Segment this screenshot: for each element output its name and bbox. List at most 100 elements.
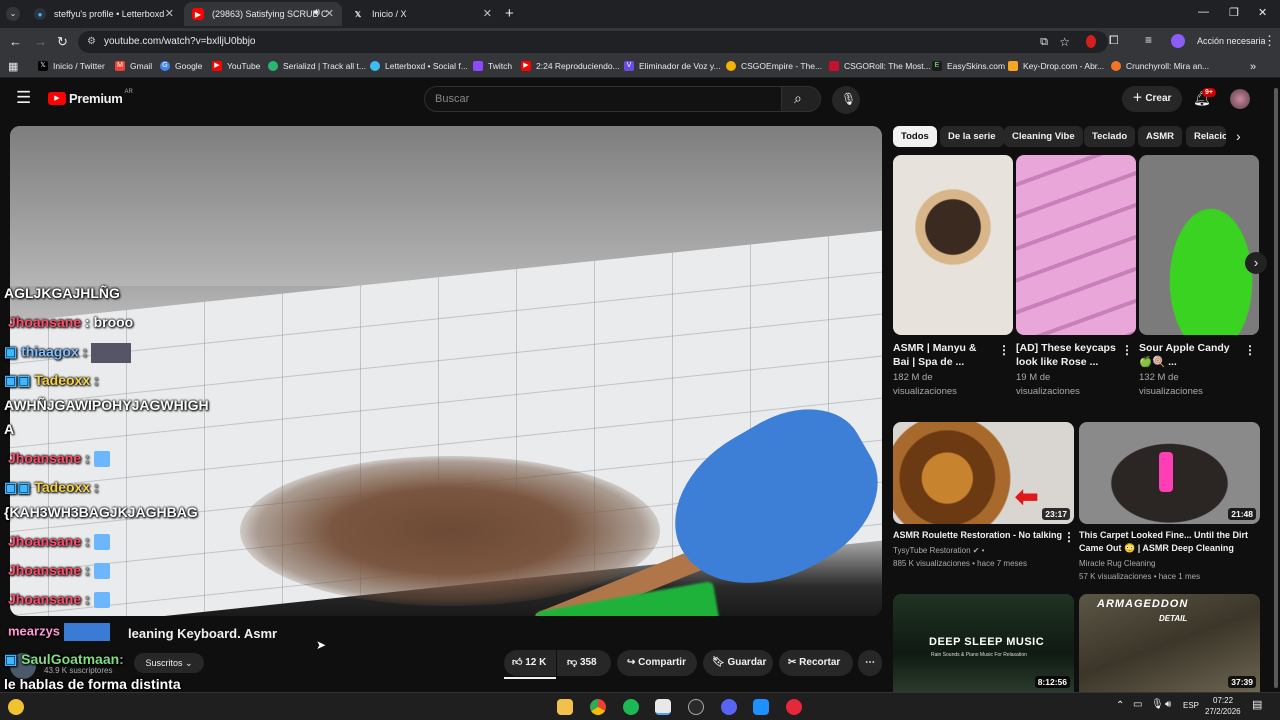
profile-avatar[interactable] xyxy=(1171,34,1185,48)
page-scrollbar[interactable] xyxy=(1272,78,1280,692)
bookmark-serializd[interactable]: Serializd | Track all t... xyxy=(268,61,366,71)
notepad-icon[interactable] xyxy=(655,699,671,715)
short-menu-icon[interactable]: ⋮ xyxy=(1121,343,1133,357)
chip-keyboard[interactable]: Teclado xyxy=(1084,126,1136,147)
short-thumbnail[interactable] xyxy=(1139,155,1259,335)
tray-display-icon[interactable]: ▭ xyxy=(1133,699,1142,710)
weather-widget-icon[interactable] xyxy=(8,699,24,715)
save-button[interactable]: 🔖︎ Guardar xyxy=(703,650,773,676)
bookmark-easyskins[interactable]: E EasySkins.com xyxy=(932,61,1005,71)
video-thumbnail[interactable]: ⬅ 23:17 xyxy=(893,422,1074,524)
media-control-icon[interactable]: ≡ xyxy=(1145,33,1152,47)
subscribe-button[interactable]: Suscritos ⌄ xyxy=(134,653,204,673)
more-actions-button[interactable]: ⋯ xyxy=(858,650,882,676)
video-title[interactable]: This Carpet Looked Fine... Until the Dir… xyxy=(1079,529,1259,555)
video-channel[interactable]: TysyTube Restoration ✔ • xyxy=(893,544,984,557)
account-avatar[interactable] xyxy=(1230,89,1250,109)
short-menu-icon[interactable]: ⋮ xyxy=(1244,343,1256,357)
clock-time[interactable]: 07:22 xyxy=(1213,696,1233,705)
app-window-icon[interactable] xyxy=(753,699,769,715)
tab-search-button[interactable]: ⌄ xyxy=(6,7,20,21)
extension-icon[interactable] xyxy=(1086,35,1096,48)
keyboard-language[interactable]: ESP xyxy=(1183,701,1199,710)
video-menu-icon[interactable]: ⋮ xyxy=(1063,530,1075,544)
site-info-icon[interactable]: ⚙ xyxy=(87,31,96,53)
bookmark-crunchyroll[interactable]: Crunchyroll: Mira an... xyxy=(1111,61,1209,71)
bookmark-twitch[interactable]: Twitch xyxy=(473,61,512,71)
spotify-icon[interactable] xyxy=(623,699,639,715)
bookmark-keydrop[interactable]: Key-Drop.com - Abr... xyxy=(1008,61,1104,71)
video-player[interactable] xyxy=(10,126,882,616)
speaker-icon[interactable]: 🔊︎ xyxy=(314,7,320,18)
new-tab-button[interactable]: + xyxy=(505,5,514,22)
url-field[interactable]: ⚙ youtube.com/watch?v=bxlljU0bbjo ⧉ ☆ xyxy=(78,31,1108,53)
restore-button[interactable]: ❐ xyxy=(1229,6,1239,19)
forward-icon[interactable]: → xyxy=(34,34,47,50)
youtube-logo[interactable]: ▶ Premium AR xyxy=(48,89,133,106)
chip-related[interactable]: Relacio xyxy=(1186,126,1226,147)
video-thumbnail[interactable]: ARMAGEDDON DETAIL 37:39 xyxy=(1079,594,1260,692)
close-window-button[interactable]: ✕ xyxy=(1258,6,1267,19)
tab-youtube[interactable]: ▶ (29863) Satisfying SCRUB C 🔊︎ ✕ xyxy=(184,2,342,26)
video-title[interactable]: ASMR Roulette Restoration - No talking xyxy=(893,529,1063,542)
bookmark-reproduciendo[interactable]: ▶ 2:24 Reproduciendo... xyxy=(521,61,620,71)
action-needed-button[interactable]: Acción necesaria xyxy=(1197,36,1266,46)
bookmark-google[interactable]: G Google xyxy=(160,61,202,71)
close-icon[interactable]: ✕ xyxy=(483,7,492,20)
video-thumbnail[interactable]: DEEP SLEEP MUSIC Rain Sounds & Piano Mus… xyxy=(893,594,1074,692)
close-icon[interactable]: ✕ xyxy=(325,7,334,20)
bookmark-csgoempire[interactable]: CSGOEmpire - The... xyxy=(726,61,822,71)
search-input[interactable]: Buscar xyxy=(424,86,782,112)
bookmark-csgoroll[interactable]: CSGORoll: The Most... xyxy=(829,61,931,71)
bookmark-star-icon[interactable]: ☆ xyxy=(1059,31,1070,53)
bookmark-letterboxd[interactable]: Letterboxd • Social f... xyxy=(370,61,468,71)
chrome-icon[interactable] xyxy=(590,699,606,715)
tab-x[interactable]: 𝕏 Inicio / X ✕ xyxy=(344,2,500,26)
search-button[interactable]: ⌕ xyxy=(781,86,821,112)
apps-grid-icon[interactable]: ▦ xyxy=(8,60,18,73)
short-title[interactable]: [AD] These keycaps look like Rose ... xyxy=(1016,341,1116,369)
shorts-next-icon[interactable]: › xyxy=(1245,252,1267,274)
tray-volume-icon[interactable]: 🔊︎ xyxy=(1165,699,1171,710)
steam-icon[interactable] xyxy=(688,699,704,715)
menu-kebab-icon[interactable]: ⋮ xyxy=(1263,33,1276,49)
short-thumbnail[interactable] xyxy=(1016,155,1136,335)
back-icon[interactable]: ← xyxy=(9,34,22,50)
short-title[interactable]: Sour Apple Candy 🍏🍭 ... xyxy=(1139,341,1230,369)
video-channel[interactable]: Miracle Rug Cleaning xyxy=(1079,557,1155,570)
tray-chevron-icon[interactable]: ⌃ xyxy=(1116,700,1124,711)
chip-from-series[interactable]: De la serie xyxy=(940,126,1004,147)
hamburger-menu-icon[interactable]: ☰ xyxy=(16,88,31,108)
clip-button[interactable]: ✂ Recortar xyxy=(779,650,853,676)
chip-cleaning-vibe[interactable]: Cleaning Vibe xyxy=(1004,126,1083,147)
bookmark-eliminador-voz[interactable]: V Eliminador de Voz y... xyxy=(624,61,721,71)
chip-all[interactable]: Todos xyxy=(893,126,937,147)
install-app-icon[interactable]: ⧉ xyxy=(1040,31,1048,53)
close-icon[interactable]: ✕ xyxy=(165,7,174,20)
dislike-button[interactable]: 👎︎ 358 xyxy=(557,650,611,676)
extensions-puzzle-icon[interactable]: ⧠ xyxy=(1109,33,1119,48)
create-button[interactable]: ＋ Crear xyxy=(1122,86,1182,112)
short-title[interactable]: ASMR | Manyu & Bai | Spa de ... xyxy=(893,341,976,369)
reload-icon[interactable]: ↻ xyxy=(57,34,68,50)
chip-asmr[interactable]: ASMR xyxy=(1138,126,1182,147)
tray-mic-icon[interactable]: 🎙︎ xyxy=(1151,699,1164,710)
discord-icon[interactable] xyxy=(721,699,737,715)
bookmark-gmail[interactable]: M Gmail xyxy=(115,61,152,71)
voice-search-button[interactable]: 🎙︎ xyxy=(832,86,860,114)
bookmark-youtube[interactable]: ▶ YouTube xyxy=(212,61,260,71)
minimize-button[interactable]: — xyxy=(1198,6,1209,18)
file-explorer-icon[interactable] xyxy=(557,699,573,715)
tab-letterboxd[interactable]: ● steffyu's profile • Letterboxd ✕ xyxy=(26,2,182,26)
chips-next-icon[interactable]: › xyxy=(1236,128,1241,144)
bookmarks-more-icon[interactable]: » xyxy=(1250,61,1256,73)
media-app-icon[interactable] xyxy=(786,699,802,715)
like-button[interactable]: 👍︎ 12 K xyxy=(504,650,556,676)
video-thumbnail[interactable]: 21:48 xyxy=(1079,422,1260,524)
bookmark-twitter[interactable]: 𝕏 Inicio / Twitter xyxy=(38,61,105,71)
clock-date[interactable]: 27/2/2026 xyxy=(1205,707,1241,716)
short-menu-icon[interactable]: ⋮ xyxy=(998,343,1010,357)
short-thumbnail[interactable] xyxy=(893,155,1013,335)
share-button[interactable]: ↪ Compartir xyxy=(617,650,697,676)
notification-center-icon[interactable]: ▤ xyxy=(1252,698,1262,711)
